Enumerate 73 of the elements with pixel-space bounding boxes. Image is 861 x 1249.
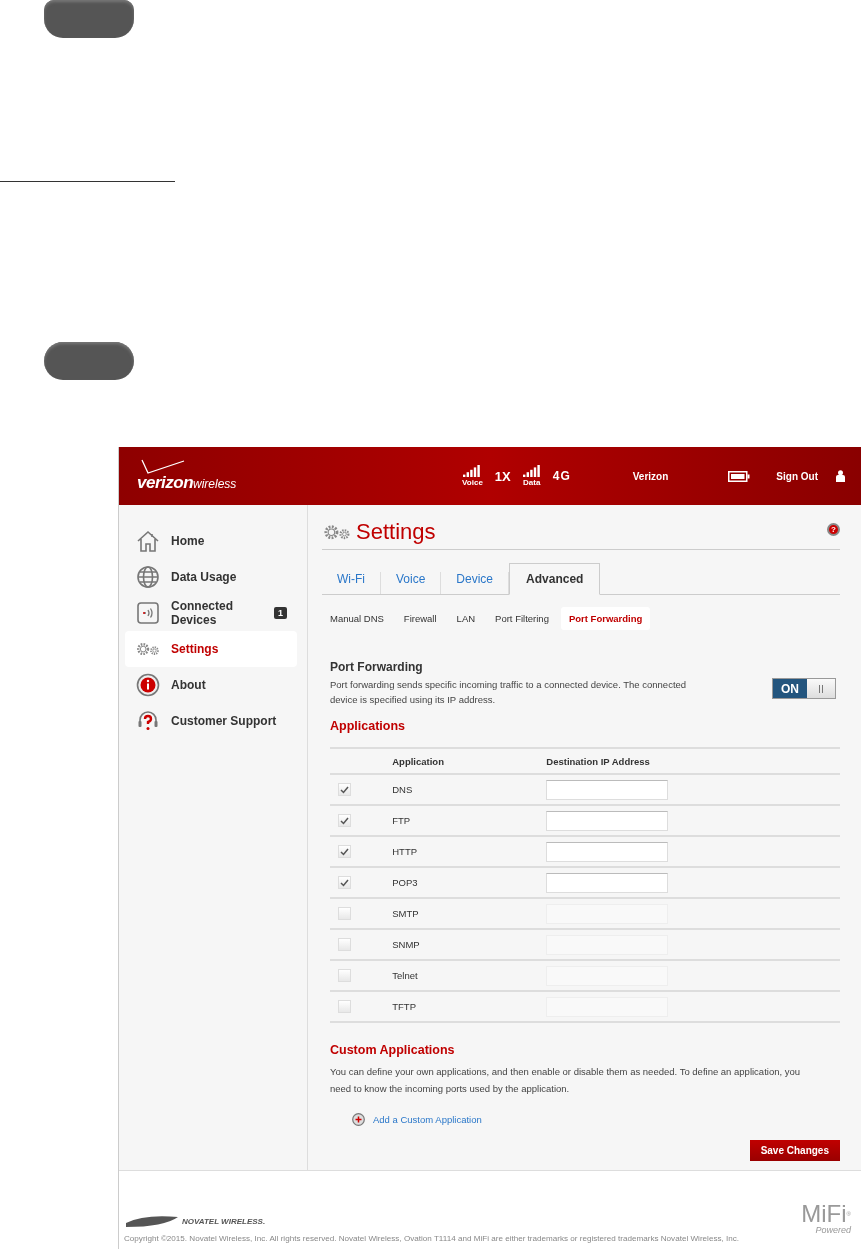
- subtab[interactable]: Port Forwarding: [560, 607, 651, 630]
- sidebar-item[interactable]: Connected Devices 1: [125, 595, 297, 631]
- signal-label: Data: [523, 478, 541, 487]
- subtab[interactable]: LAN: [448, 607, 484, 630]
- sidebar-item[interactable]: About: [125, 667, 297, 703]
- logo-suffix: wireless: [193, 477, 237, 491]
- checkbox[interactable]: [338, 814, 351, 827]
- section-description: You can define your own applications, and then enable or disable them as needed. To define an application, you need to know the incoming ports used by the application.: [330, 1065, 802, 1096]
- speaker-device-icon: [136, 601, 160, 625]
- tab[interactable]: Voice: [381, 572, 442, 594]
- page-title: Settings: [356, 519, 436, 545]
- info-icon: [136, 673, 160, 697]
- help-button[interactable]: ?: [827, 523, 840, 536]
- person-icon: [836, 470, 845, 482]
- battery-icon: [728, 470, 751, 482]
- support-headset-icon: [136, 709, 160, 733]
- ip-address-field[interactable]: [546, 872, 669, 893]
- checkbox[interactable]: [338, 968, 351, 982]
- gears-icon: [135, 640, 161, 658]
- section-heading: Applications: [330, 719, 406, 733]
- tab[interactable]: Advanced: [509, 563, 601, 595]
- application-name: Telnet: [392, 970, 418, 981]
- sidebar-item[interactable]: Customer Support: [125, 703, 297, 739]
- checkbox[interactable]: [338, 906, 351, 920]
- application-name: HTTP: [392, 846, 418, 857]
- count-badge: 1: [274, 607, 287, 619]
- house-icon: [136, 529, 160, 553]
- sidebar-item[interactable]: Home: [125, 523, 297, 559]
- logo-brand: verizon: [137, 473, 194, 493]
- toggle-switch[interactable]: ON: [772, 678, 836, 699]
- subtab[interactable]: Manual DNS: [326, 607, 392, 630]
- application-name: SNMP: [392, 939, 420, 950]
- signal-icon: [522, 465, 541, 478]
- column-header: Destination IP Address: [546, 755, 650, 767]
- application-name: POP3: [392, 877, 418, 888]
- section-title: Port Forwarding: [330, 660, 424, 674]
- checkbox[interactable]: [338, 999, 351, 1013]
- company-logo-text: NOVATEL WIRELESS.: [182, 1216, 266, 1226]
- sidebar-item[interactable]: Data Usage: [125, 559, 297, 595]
- globe-icon: [136, 565, 160, 589]
- checkbox[interactable]: [338, 845, 351, 858]
- section-description: Port forwarding sends specific incoming traffic to a connected device. The connected device is specified using its IP address.: [330, 678, 688, 707]
- application-name: TFTP: [392, 1001, 416, 1012]
- powered-label: Powered: [815, 1225, 851, 1235]
- checkbox[interactable]: [338, 783, 351, 796]
- network-type: 1X: [494, 468, 511, 484]
- tab[interactable]: Wi-Fi: [322, 572, 381, 594]
- network-label: 4G: [552, 469, 571, 483]
- swoosh-logo-icon: [124, 1214, 180, 1228]
- section-heading: Custom Applications: [330, 1043, 456, 1057]
- application-name: SMTP: [392, 908, 419, 919]
- checkbox[interactable]: [338, 876, 351, 889]
- mifi-logo-text: MiFi$^{®}$: [801, 1203, 851, 1225]
- ip-address-field[interactable]: [546, 810, 669, 831]
- save-button[interactable]: Save Changes: [749, 1140, 840, 1161]
- copyright-text: Copyright ©2015. Novatel Wireless, Inc. All rights reserved. Novatel Wireless, Ovation T1114 and MiFi are either trademarks or registered trademarks Novatel Wireless, Inc.: [124, 1234, 741, 1243]
- carrier-name: Verizon: [632, 470, 669, 482]
- checkbox[interactable]: [338, 937, 351, 951]
- sidebar-item[interactable]: Settings: [125, 631, 297, 667]
- application-name: DNS: [392, 784, 413, 795]
- gears-icon: [322, 522, 352, 542]
- add-application-link[interactable]: Add a Custom Application: [373, 1114, 482, 1125]
- add-icon[interactable]: [352, 1113, 365, 1126]
- application-name: FTP: [392, 815, 411, 826]
- ip-address-field[interactable]: [546, 779, 669, 800]
- sign-out-link[interactable]: Sign Out: [776, 470, 818, 482]
- ip-address-field[interactable]: [546, 841, 669, 862]
- signal-label: Voice: [462, 478, 483, 487]
- signal-icon: [463, 465, 482, 478]
- subtab[interactable]: Firewall: [395, 607, 445, 630]
- logo-check-icon: [141, 459, 185, 475]
- column-header: Application: [392, 755, 444, 767]
- subtab[interactable]: Port Filtering: [487, 607, 557, 630]
